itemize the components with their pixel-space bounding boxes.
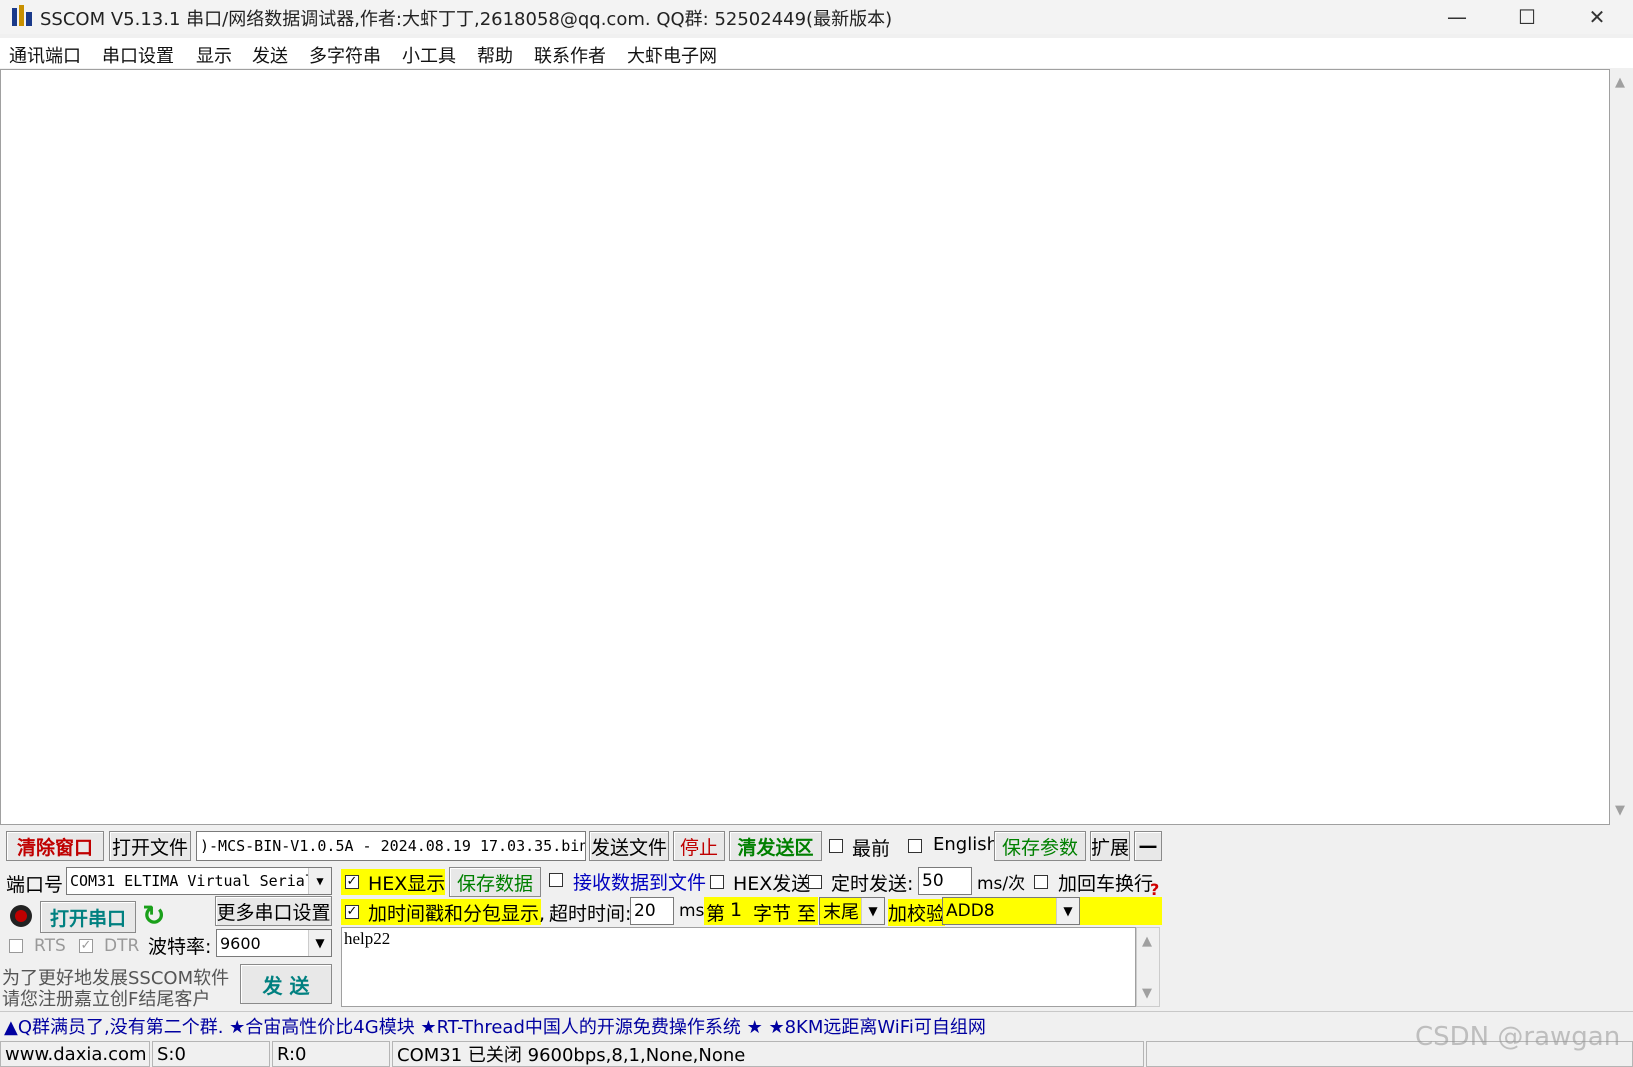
title-bar: SSCOM V5.13.1 串口/网络数据调试器,作者:大虾丁丁,2618058… (0, 0, 1633, 34)
send-button[interactable]: 发 送 (240, 964, 332, 1004)
status-site[interactable]: www.daxia.com (0, 1041, 150, 1067)
port-value: COM31 ELTIMA Virtual Serial (70, 872, 314, 890)
collapse-button[interactable]: — (1134, 831, 1162, 861)
chevron-down-icon[interactable]: ▼ (308, 930, 331, 956)
clear-send-button[interactable]: 清发送区 (729, 831, 822, 861)
open-port-button[interactable]: 打开串口 (40, 901, 136, 933)
chevron-down-icon[interactable]: ▼ (861, 898, 884, 924)
timestamp-label: 加时间戳和分包显示, (368, 903, 546, 925)
topmost-label: 最前 (852, 838, 891, 860)
more-settings-button[interactable]: 更多串口设置 (215, 896, 332, 926)
english-checkbox[interactable] (908, 839, 922, 853)
minimize-icon[interactable]: — (1422, 0, 1492, 34)
chevron-down-icon[interactable]: ▼ (1056, 898, 1079, 924)
promo-line-2: 请您注册嘉立创F结尾客户 (2, 989, 211, 1010)
clear-window-button[interactable]: 清除窗口 (6, 831, 104, 861)
hex-display-label: HEX显示 (368, 873, 446, 895)
open-file-button[interactable]: 打开文件 (109, 831, 191, 861)
menu-bar: 通讯端口 串口设置 显示 发送 多字符串 小工具 帮助 联系作者 大虾电子网 (0, 38, 1633, 68)
port-label: 端口号 (6, 874, 64, 896)
timeout-unit: ms (679, 901, 705, 921)
byte-to-select[interactable]: 末尾 ▼ (819, 897, 885, 925)
timeout-input[interactable]: 20 (630, 897, 674, 925)
scroll-down-icon[interactable]: ▼ (1615, 803, 1625, 818)
topmost-checkbox[interactable] (829, 839, 843, 853)
menu-help[interactable]: 帮助 (477, 42, 513, 68)
checksum-select[interactable]: ADD8 ▼ (942, 897, 1080, 925)
menu-serial-settings[interactable]: 串口设置 (102, 42, 174, 68)
save-data-button[interactable]: 保存数据 (449, 867, 541, 897)
timed-send-label: 定时发送: (831, 873, 914, 895)
receive-area[interactable] (0, 69, 1610, 825)
close-icon[interactable]: ✕ (1562, 0, 1632, 34)
menu-multi-string[interactable]: 多字符串 (309, 42, 381, 68)
scroll-down-icon[interactable]: ▼ (1142, 986, 1152, 1001)
add-crlf-checkbox[interactable] (1034, 875, 1048, 889)
menu-contact[interactable]: 联系作者 (534, 42, 606, 68)
hex-send-label: HEX发送 (733, 873, 811, 895)
timeout-label: 超时时间: (549, 903, 632, 925)
hex-send-checkbox[interactable] (710, 875, 724, 889)
byte-to-label: 字节 至 (753, 903, 817, 925)
send-file-button[interactable]: 发送文件 (589, 831, 669, 861)
rts-label: RTS (34, 936, 66, 956)
receive-scrollbar[interactable]: ▲ ▼ (1610, 69, 1633, 825)
byte-from-label: 第 (706, 903, 726, 925)
interval-unit: ms/次 (977, 874, 1026, 894)
recv-to-file-checkbox[interactable] (549, 873, 563, 887)
timestamp-checkbox[interactable]: ✓ (345, 905, 359, 919)
chevron-down-icon[interactable]: ▼ (308, 868, 331, 894)
record-icon (9, 904, 33, 928)
ticker-bar: ▲Q群满员了,没有第二个群. ★合宙高性价比4G模块 ★RT-Thread中国人… (0, 1011, 1633, 1038)
status-recv: R:0 (272, 1041, 390, 1067)
watermark: CSDN @rawgan (1415, 1022, 1621, 1052)
hex-display-checkbox[interactable]: ✓ (345, 875, 359, 889)
refresh-icon[interactable]: ↻ (142, 902, 170, 930)
byte-from-value[interactable]: 1 (730, 899, 742, 921)
interval-input[interactable]: 50 (918, 867, 972, 895)
send-text: help22 (344, 929, 391, 948)
ticker-text[interactable]: ▲Q群满员了,没有第二个群. ★合宙高性价比4G模块 ★RT-Thread中国人… (4, 1013, 986, 1039)
english-label: English (933, 834, 998, 855)
byte-to-value: 末尾 (823, 902, 859, 923)
status-port-state: COM31 已关闭 9600bps,8,1,None,None (392, 1041, 1144, 1067)
baud-select[interactable]: 9600 ▼ (216, 929, 332, 957)
window-title: SSCOM V5.13.1 串口/网络数据调试器,作者:大虾丁丁,2618058… (40, 9, 893, 30)
menu-display[interactable]: 显示 (196, 42, 232, 68)
checksum-result (1080, 897, 1162, 925)
send-scrollbar[interactable]: ▲ ▼ (1136, 927, 1160, 1007)
scroll-up-icon[interactable]: ▲ (1615, 75, 1625, 90)
maximize-icon[interactable]: ☐ (1492, 0, 1562, 34)
save-params-button[interactable]: 保存参数 (994, 831, 1086, 861)
dtr-checkbox[interactable]: ✓ (79, 939, 93, 953)
expand-button[interactable]: 扩展 (1090, 831, 1130, 861)
rts-checkbox[interactable] (9, 939, 23, 953)
recv-to-file-label: 接收数据到文件 (573, 872, 707, 894)
app-icon (10, 4, 34, 28)
add-crlf-label: 加回车换行 (1058, 873, 1154, 895)
menu-send[interactable]: 发送 (252, 42, 288, 68)
timed-send-checkbox[interactable] (808, 875, 822, 889)
menu-comm-port[interactable]: 通讯端口 (9, 42, 81, 68)
status-sent: S:0 (152, 1041, 270, 1067)
baud-label: 波特率: (148, 936, 212, 958)
checksum-value: ADD8 (946, 901, 995, 921)
send-textarea[interactable]: help22 (341, 927, 1136, 1007)
baud-value: 9600 (220, 933, 261, 953)
port-select[interactable]: COM31 ELTIMA Virtual Serial ▼ (66, 867, 332, 895)
scroll-up-icon[interactable]: ▲ (1142, 934, 1152, 949)
checksum-label: 加校验 (888, 899, 946, 926)
dtr-label: DTR (104, 936, 140, 956)
menu-daxia[interactable]: 大虾电子网 (627, 42, 717, 68)
menu-tools[interactable]: 小工具 (402, 42, 456, 68)
file-path-field[interactable]: )-MCS-BIN-V1.0.5A - 2024.08.19 17.03.35.… (196, 831, 586, 861)
stop-button[interactable]: 停止 (673, 831, 725, 861)
